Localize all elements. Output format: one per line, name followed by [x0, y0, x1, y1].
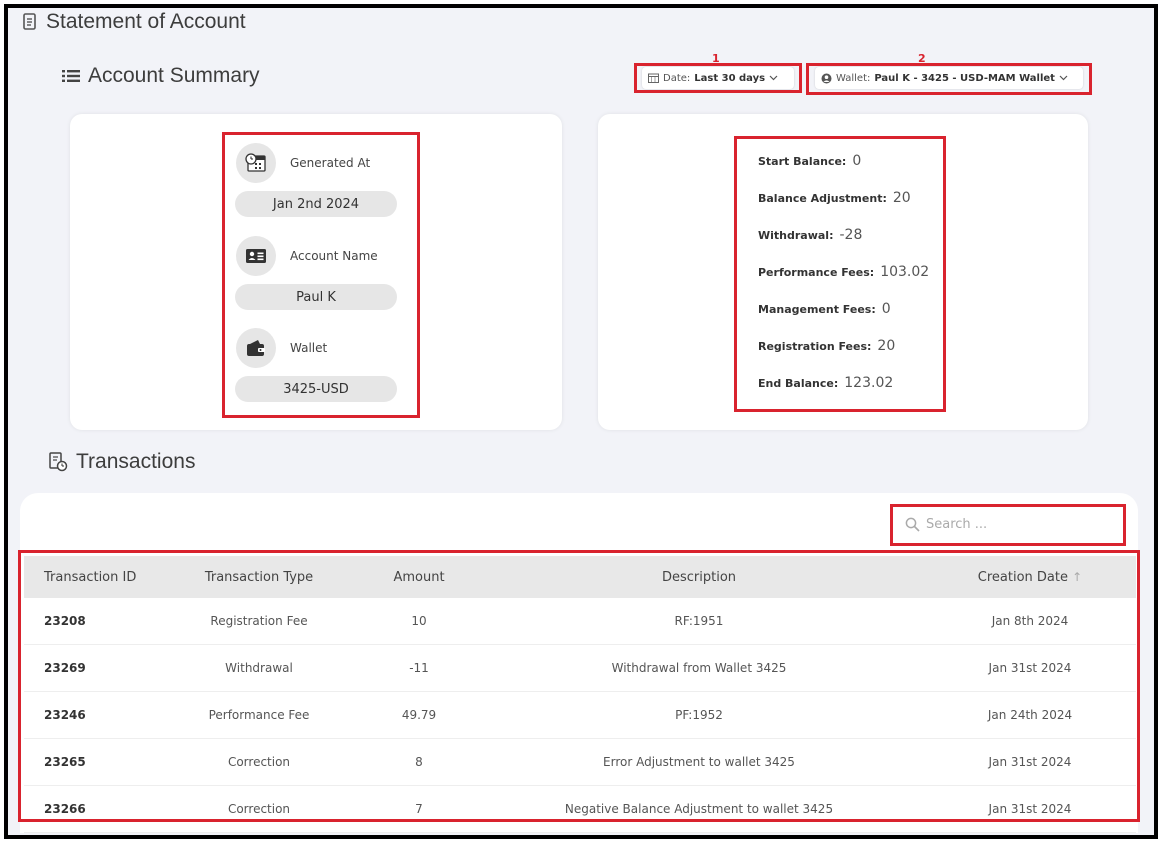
transactions-title: Transactions	[48, 450, 195, 474]
account-summary-title: Account Summary	[62, 64, 260, 88]
list-icon	[62, 69, 80, 83]
document-icon	[22, 13, 38, 31]
highlight-box-4	[734, 136, 946, 412]
account-summary-text: Account Summary	[88, 64, 260, 87]
transactions-title-text: Transactions	[76, 450, 196, 473]
highlight-box-3	[222, 132, 420, 418]
page-title: Statement of Account	[22, 10, 246, 34]
receipt-clock-icon	[48, 452, 68, 472]
highlight-box-6	[18, 550, 1140, 822]
highlight-box-5	[890, 504, 1126, 546]
highlight-box-2	[806, 63, 1092, 95]
highlight-box-1	[634, 63, 802, 93]
page-title-text: Statement of Account	[46, 10, 246, 33]
